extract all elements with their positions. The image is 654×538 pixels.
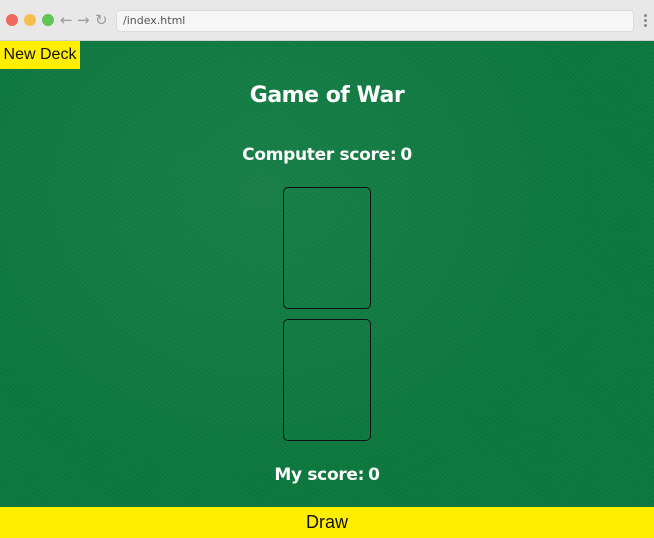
computer-card-slot xyxy=(283,187,371,309)
computer-score: Computer score: 0 xyxy=(0,145,654,165)
browser-chrome: ← → ↻ /index.html xyxy=(0,0,654,41)
my-score: My score: 0 xyxy=(0,465,654,485)
page-title: Game of War xyxy=(249,83,405,108)
draw-button[interactable]: Draw xyxy=(0,507,654,538)
forward-arrow-icon[interactable]: → xyxy=(77,11,90,29)
my-score-value: 0 xyxy=(368,465,380,485)
back-arrow-icon[interactable]: ← xyxy=(60,11,73,29)
browser-menu-icon[interactable] xyxy=(644,14,648,28)
my-card-slot xyxy=(283,319,371,441)
minimize-window-icon[interactable] xyxy=(24,14,36,26)
close-window-icon[interactable] xyxy=(6,14,18,26)
game-table: New Deck Game of War Computer score: 0 My… xyxy=(0,41,654,538)
my-score-label: My score: xyxy=(274,465,365,485)
new-deck-button[interactable]: New Deck xyxy=(0,41,80,69)
address-bar[interactable]: /index.html xyxy=(116,10,634,32)
reload-icon[interactable]: ↻ xyxy=(95,11,108,29)
computer-score-value: 0 xyxy=(400,145,412,165)
computer-score-label: Computer score: xyxy=(242,145,397,165)
maximize-window-icon[interactable] xyxy=(42,14,54,26)
